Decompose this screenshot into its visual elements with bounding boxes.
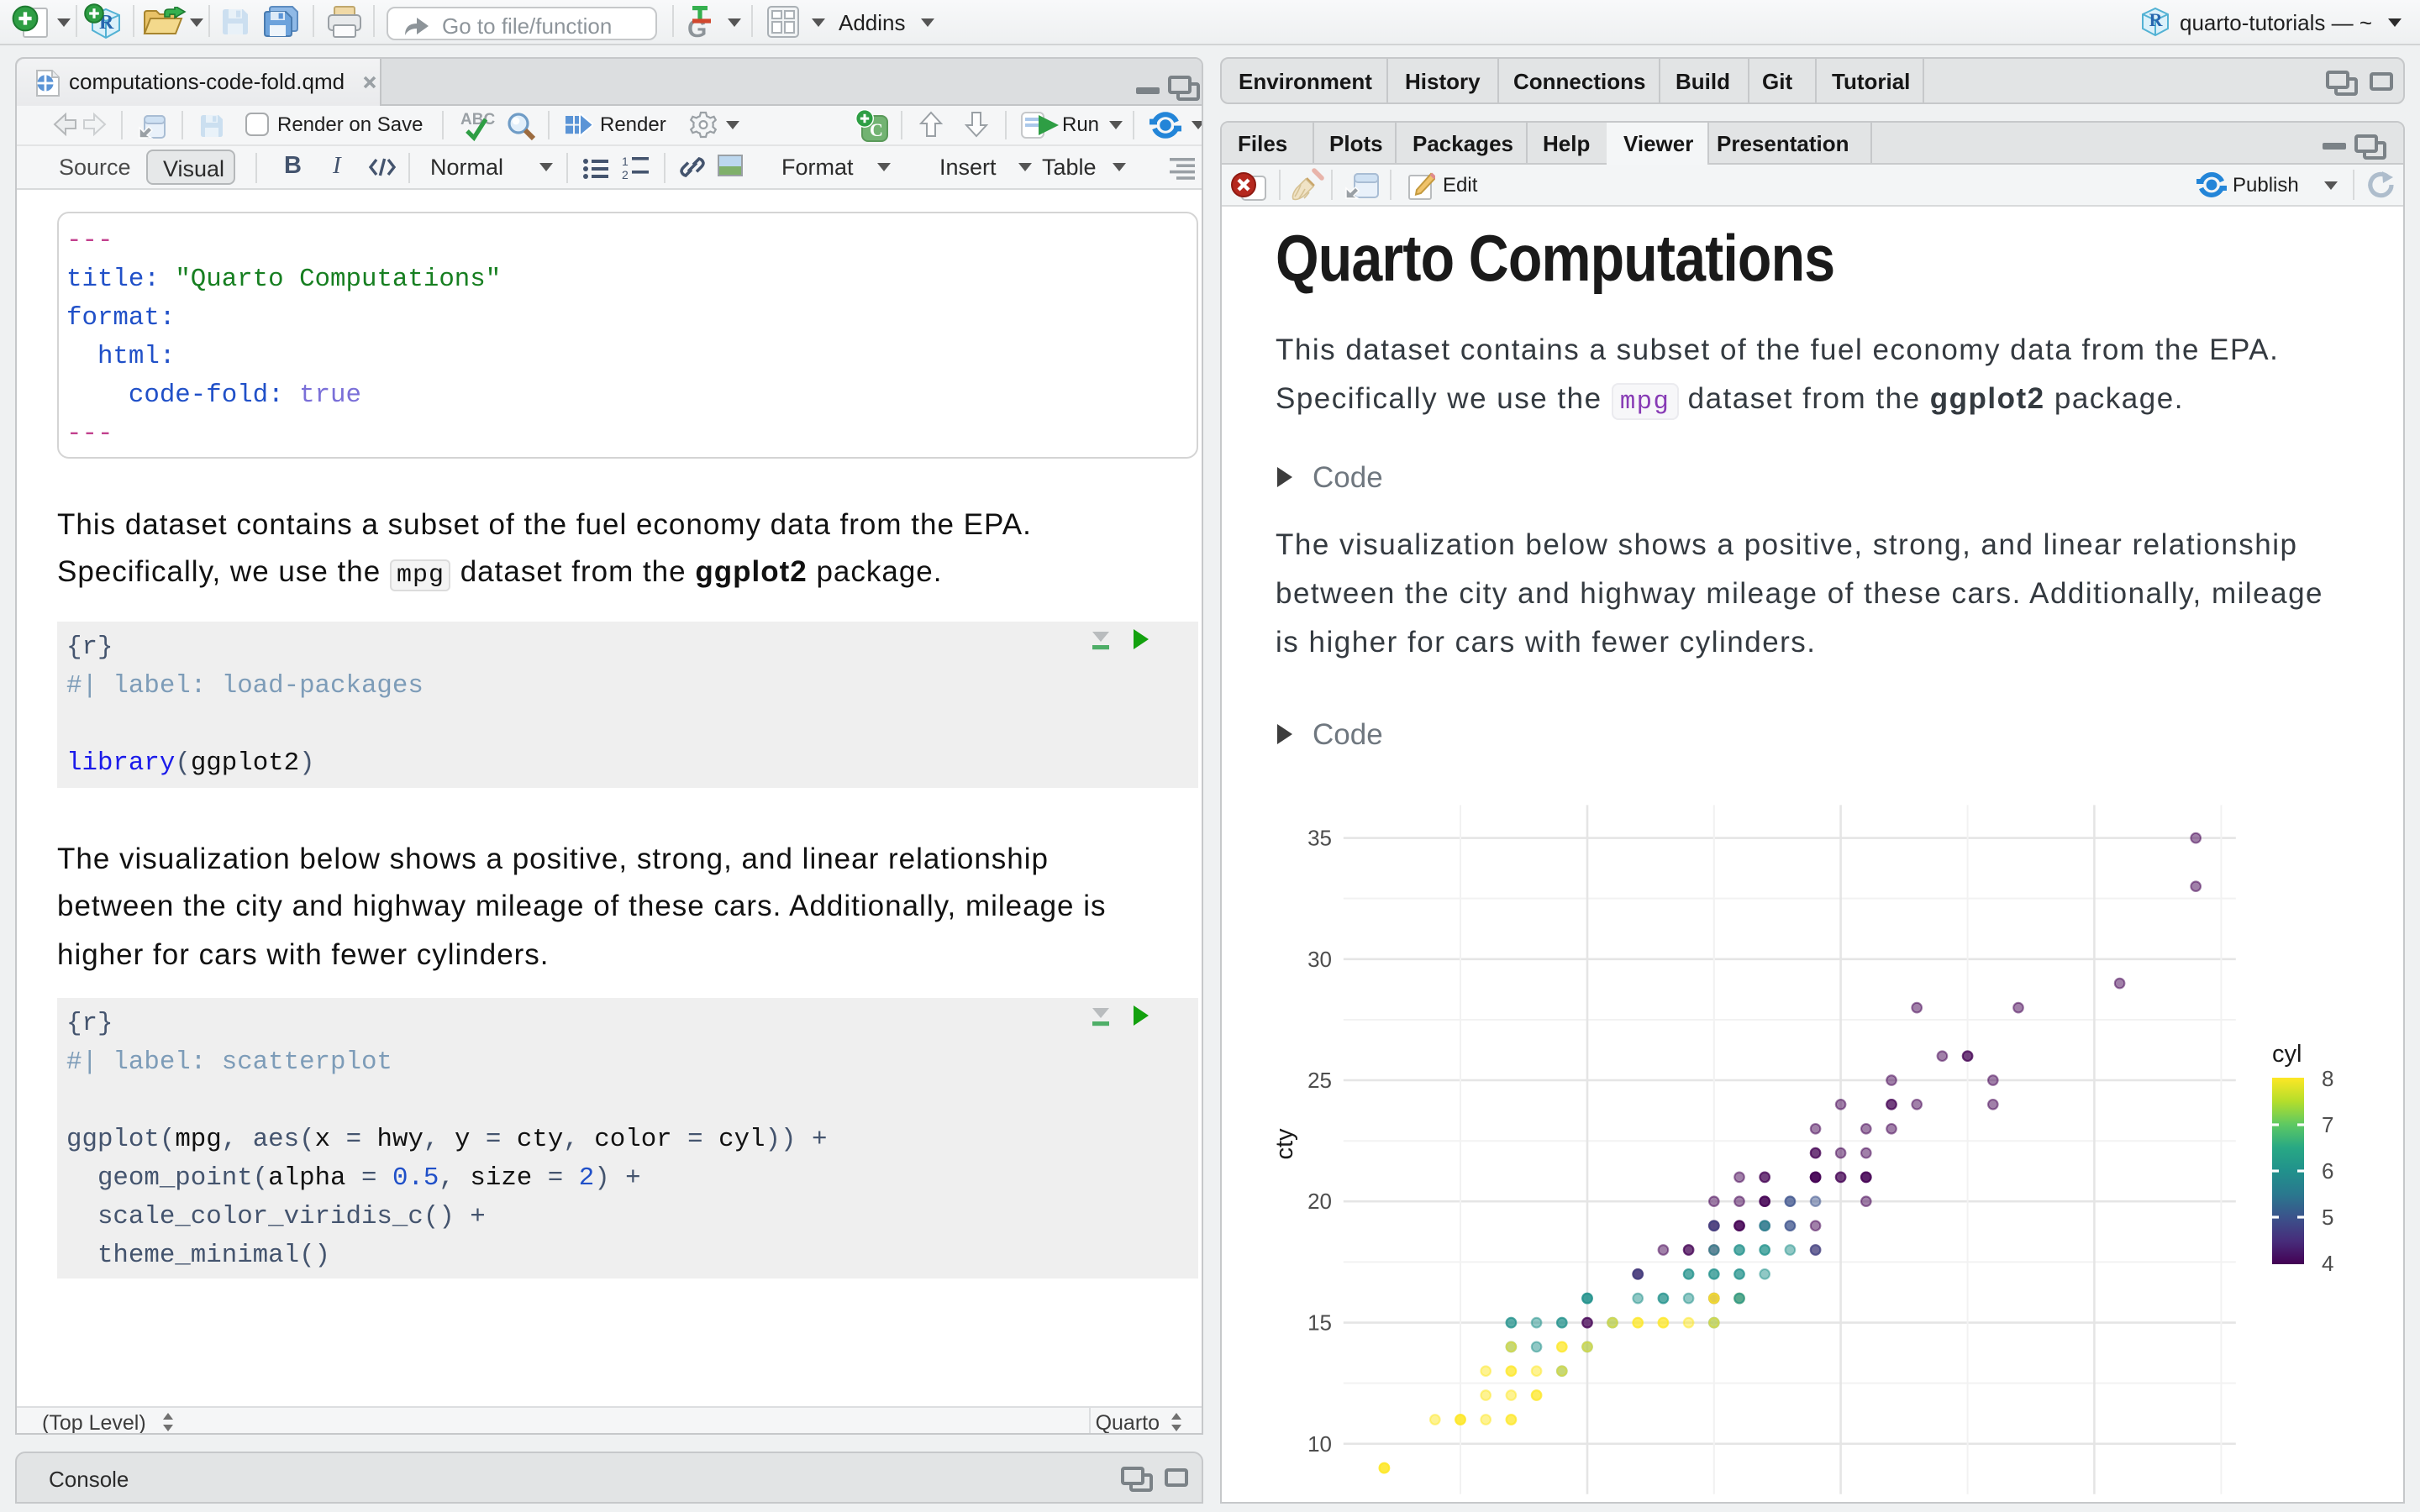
svg-text:35: 35 (1307, 826, 1332, 851)
svg-text:2: 2 (622, 168, 629, 180)
svg-text:30: 30 (1307, 947, 1332, 972)
svg-text:cty: cty (1271, 1128, 1298, 1160)
svg-text:ABC: ABC (460, 110, 495, 128)
svg-text:25: 25 (1307, 1068, 1332, 1093)
svg-text:15: 15 (1307, 1310, 1332, 1336)
svg-text:5: 5 (2322, 1205, 2333, 1230)
svg-text:10: 10 (1307, 1431, 1332, 1457)
svg-text:20: 20 (1307, 1189, 1332, 1214)
svg-text:6: 6 (2322, 1158, 2333, 1184)
svg-text:8: 8 (2322, 1066, 2333, 1091)
svg-text:1: 1 (622, 155, 629, 168)
svg-text:4: 4 (2322, 1251, 2333, 1276)
svg-text:R: R (2149, 9, 2164, 30)
svg-text:cyl: cyl (2272, 1041, 2302, 1068)
svg-text:7: 7 (2322, 1112, 2333, 1137)
